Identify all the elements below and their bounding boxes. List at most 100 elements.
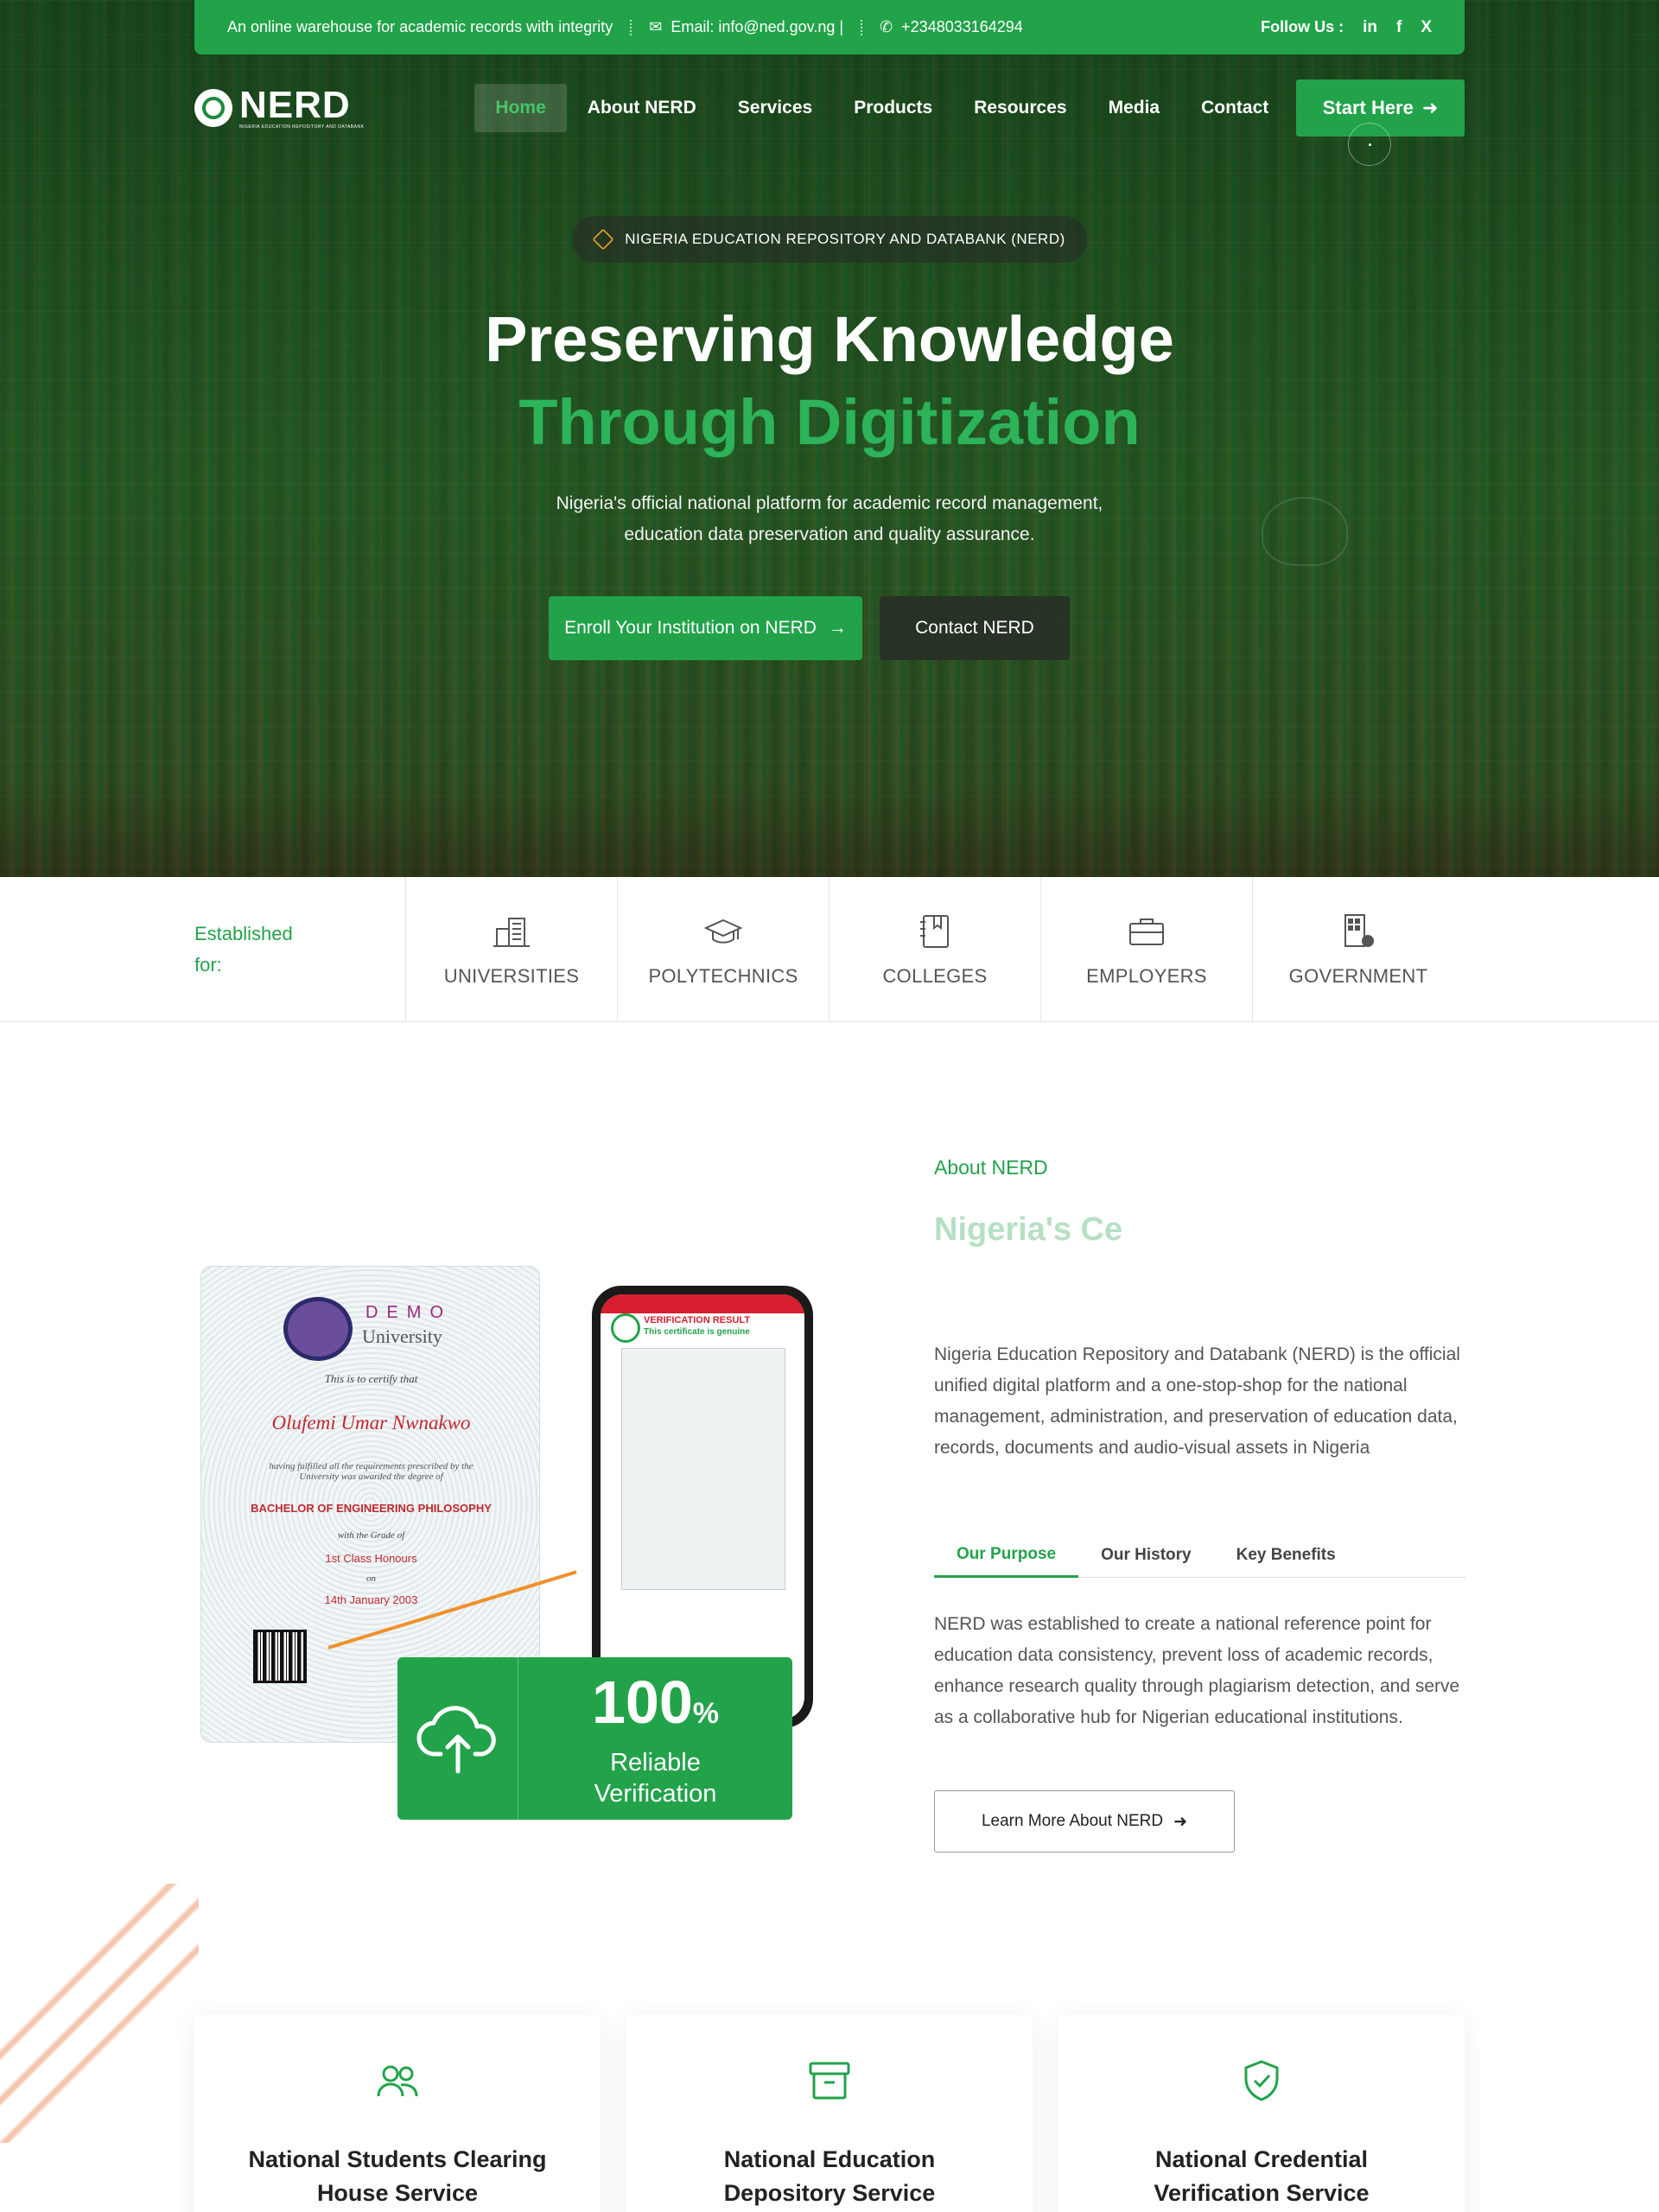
facebook-icon[interactable]: f xyxy=(1396,18,1402,37)
cert-university: University xyxy=(362,1325,442,1347)
hero-badge-text: NIGERIA EDUCATION REPOSITORY AND DATABAN… xyxy=(625,231,1065,247)
phone-contact[interactable]: ✆ +2348033164294 xyxy=(880,18,1023,36)
reliable-verification-card: 100% Reliable Verification xyxy=(397,1657,792,1820)
verification-line2: Verification xyxy=(594,1779,717,1808)
audience-employers[interactable]: EMPLOYERS xyxy=(1040,877,1252,1022)
learn-more-label: Learn More About NERD xyxy=(981,1812,1164,1830)
tab-key-benefits[interactable]: Key Benefits xyxy=(1214,1533,1358,1578)
verification-result-title: VERIFICATION RESULT xyxy=(644,1315,751,1325)
audience-colleges[interactable]: COLLEGES xyxy=(829,877,1040,1022)
verification-line1: Reliable xyxy=(610,1748,701,1777)
hero-title-line2: Through Digitization xyxy=(518,386,1141,458)
email-contact[interactable]: ✉ Email: info@ned.gov.ng | xyxy=(649,18,843,36)
divider xyxy=(630,19,632,35)
nav-menu: Home About NERD Services Products Resour… xyxy=(474,84,1289,132)
audience-universities[interactable]: UNIVERSITIES xyxy=(405,877,617,1022)
arrow-right-icon: → xyxy=(828,618,847,638)
briefcase-icon xyxy=(1129,918,1164,945)
logo-subtitle: NIGERIA EDUCATION REPOSITORY AND DATABAN… xyxy=(239,124,365,130)
cert-grade-label: with the Grade of xyxy=(337,1530,405,1541)
learn-more-button[interactable]: Learn More About NERD ➜ xyxy=(934,1790,1235,1853)
purpose-text: NERD was established to create a nationa… xyxy=(934,1614,1460,1727)
hero-title: Preserving Knowledge Through Digitizatio… xyxy=(0,298,1659,464)
about-tabs: Our Purpose Our History Key Benefits xyxy=(934,1533,1465,1578)
university-seal-icon xyxy=(283,1297,353,1361)
tab-our-history[interactable]: Our History xyxy=(1078,1533,1214,1578)
nav-item-services[interactable]: Services xyxy=(717,84,833,132)
qr-code-icon xyxy=(253,1630,307,1683)
service-title: National Credential Verification Service xyxy=(1154,2146,1370,2206)
check-circle-icon xyxy=(611,1313,640,1343)
about-description: Nigeria Education Repository and Databan… xyxy=(934,1344,1460,1458)
audience-polytechnics[interactable]: POLYTECHNICS xyxy=(617,877,829,1022)
phone-text: +2348033164294 xyxy=(901,18,1023,35)
follow-label: Follow Us : xyxy=(1261,18,1344,35)
nav-item-products[interactable]: Products xyxy=(833,84,953,132)
enroll-institution-button[interactable]: Enroll Your Institution on NERD → xyxy=(549,596,862,660)
notebook-icon xyxy=(920,915,949,948)
logo-wordmark: NERD xyxy=(239,84,351,126)
cert-grade: 1st Class Honours xyxy=(325,1552,417,1565)
x-twitter-icon[interactable]: X xyxy=(1421,18,1432,37)
divider xyxy=(861,19,863,35)
service-title: National Education Depository Service xyxy=(723,2146,936,2206)
hero-subtitle-line2: education data preservation and quality … xyxy=(624,524,1035,544)
service-cards: National Students Clearing House Service… xyxy=(194,2015,1465,2212)
nav-item-media[interactable]: Media xyxy=(1088,84,1181,132)
cert-degree: BACHELOR OF ENGINEERING PHILOSOPHY xyxy=(251,1502,492,1515)
users-icon xyxy=(377,2065,418,2097)
buildings-icon xyxy=(493,918,530,947)
percent-value: 100 xyxy=(591,1668,693,1736)
audience-list: UNIVERSITIES POLYTECHNICS COLLEGES EMPLO… xyxy=(405,877,1464,1022)
nerd-logo[interactable]: NERD NIGERIA EDUCATION REPOSITORY AND DA… xyxy=(194,86,364,130)
mini-certificate xyxy=(621,1348,785,1590)
contact-nerd-button[interactable]: Contact NERD xyxy=(880,596,1070,660)
audience-label: POLYTECHNICS xyxy=(648,965,798,987)
arrow-right-icon: ➜ xyxy=(1421,97,1439,118)
government-building-gear-icon xyxy=(1344,914,1374,947)
top-info-bar: An online warehouse for academic records… xyxy=(194,0,1465,54)
circuit-decoration xyxy=(0,1884,199,2143)
established-for-strip: Established for: UNIVERSITIES POLYTECHNI… xyxy=(0,877,1659,1022)
service-title: National Students Clearing House Service xyxy=(248,2146,547,2206)
nav-item-about[interactable]: About NERD xyxy=(567,84,717,132)
coat-of-arms-icon xyxy=(1262,497,1348,566)
contact-label: Contact NERD xyxy=(915,618,1034,638)
cursor-ring-icon xyxy=(1348,123,1391,166)
linkedin-icon[interactable]: in xyxy=(1363,18,1377,37)
service-card-clearing-house[interactable]: National Students Clearing House Service xyxy=(194,2015,601,2212)
nav-item-resources[interactable]: Resources xyxy=(953,84,1087,132)
hero-subtitle: Nigeria's official national platform for… xyxy=(484,488,1175,550)
audience-label: COLLEGES xyxy=(882,965,988,987)
follow-us: Follow Us : in f X xyxy=(1261,18,1432,37)
archive-icon xyxy=(809,2062,850,2100)
nav-item-contact[interactable]: Contact xyxy=(1180,84,1289,132)
tagline: An online warehouse for academic records… xyxy=(227,18,613,35)
percent-unit: % xyxy=(692,1696,720,1730)
service-card-credential-verification[interactable]: National Credential Verification Service xyxy=(1058,2015,1465,2212)
shield-check-icon xyxy=(1244,2060,1279,2101)
box-icon xyxy=(592,228,614,251)
hero-buttons: Enroll Your Institution on NERD → Contac… xyxy=(549,596,1070,660)
audience-government[interactable]: GOVERNMENT xyxy=(1252,877,1464,1022)
cloud-upload-icon xyxy=(397,1657,518,1820)
audience-label: GOVERNMENT xyxy=(1288,965,1428,987)
phone-screen: VERIFICATION RESULT This certificate is … xyxy=(601,1294,804,1719)
tab-our-purpose[interactable]: Our Purpose xyxy=(934,1533,1079,1578)
cert-demo: DEMO xyxy=(365,1303,452,1322)
phone-statusbar xyxy=(601,1294,804,1313)
about-tag: About NERD xyxy=(934,1156,1048,1179)
graduation-cap-icon xyxy=(703,918,743,944)
hero-subtitle-line1: Nigeria's official national platform for… xyxy=(556,493,1103,513)
nav-item-home[interactable]: Home xyxy=(474,84,567,132)
email-text: Email: info@ned.gov.ng | xyxy=(671,18,844,35)
service-card-depository[interactable]: National Education Depository Service xyxy=(626,2015,1033,2212)
envelope-icon: ✉ xyxy=(649,18,663,35)
about-heading: Nigeria's Ce xyxy=(934,1211,1123,1248)
cert-holder-name: Olufemi Umar Nwnakwo xyxy=(271,1412,471,1433)
main-nav: NERD NIGERIA EDUCATION REPOSITORY AND DA… xyxy=(194,79,1465,137)
audience-label: UNIVERSITIES xyxy=(443,965,580,987)
established-label: Established for: xyxy=(194,923,293,976)
cert-on: on xyxy=(366,1573,376,1584)
start-here-label: Start Here xyxy=(1322,97,1414,118)
